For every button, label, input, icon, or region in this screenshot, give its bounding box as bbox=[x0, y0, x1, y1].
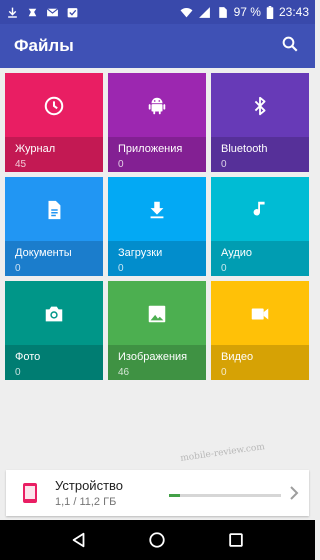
tile-count: 0 bbox=[15, 263, 21, 274]
document-icon bbox=[5, 199, 103, 221]
videocam-icon bbox=[211, 303, 309, 325]
device-title: Устройство bbox=[55, 478, 124, 493]
clock-icon bbox=[5, 95, 103, 117]
recents-button[interactable] bbox=[226, 530, 246, 550]
category-grid: Журнал 45 Приложения 0 Bluetooth 0 Докум… bbox=[5, 73, 309, 380]
tile-label: Документы bbox=[15, 247, 72, 259]
device-info: Устройство 1,1 / 11,2 ГБ bbox=[55, 478, 123, 508]
category-tile-audio[interactable]: Аудио 0 bbox=[211, 177, 309, 276]
tile-label: Журнал bbox=[15, 143, 56, 155]
tile-footer: Журнал 45 bbox=[5, 137, 103, 172]
page-title: Файлы bbox=[14, 36, 74, 55]
bluetooth-icon bbox=[211, 95, 309, 117]
navigation-bar bbox=[0, 520, 315, 560]
home-button[interactable] bbox=[147, 530, 167, 550]
storage-progress-bar bbox=[169, 493, 281, 497]
tile-count: 0 bbox=[118, 159, 124, 170]
tile-count: 0 bbox=[118, 263, 124, 274]
category-tile-journal[interactable]: Журнал 45 bbox=[5, 73, 103, 172]
gmail-icon bbox=[46, 6, 59, 19]
category-tile-images[interactable]: Изображения 46 bbox=[108, 281, 206, 380]
device-storage-card[interactable]: Устройство 1,1 / 11,2 ГБ bbox=[6, 470, 309, 516]
tile-footer: Загрузки 0 bbox=[108, 241, 206, 276]
category-tile-bluetooth[interactable]: Bluetooth 0 bbox=[211, 73, 309, 172]
search-icon bbox=[281, 35, 299, 58]
tile-footer: Документы 0 bbox=[5, 241, 103, 276]
tile-count: 45 bbox=[15, 159, 27, 170]
category-tile-documents[interactable]: Документы 0 bbox=[5, 177, 103, 276]
back-icon bbox=[70, 531, 88, 549]
category-tile-apps[interactable]: Приложения 0 bbox=[108, 73, 206, 172]
tile-footer: Видео 0 bbox=[211, 345, 309, 380]
camera-icon bbox=[5, 303, 103, 325]
storage-progress-fill bbox=[169, 493, 180, 497]
tile-count: 0 bbox=[221, 367, 227, 378]
phone-icon bbox=[21, 482, 39, 504]
category-tile-downloads[interactable]: Загрузки 0 bbox=[108, 177, 206, 276]
tile-footer: Аудио 0 bbox=[211, 241, 309, 276]
tile-label: Фото bbox=[15, 351, 41, 363]
tile-label: Видео bbox=[221, 351, 254, 363]
tile-count: 0 bbox=[221, 159, 227, 170]
tile-label: Аудио bbox=[221, 247, 253, 259]
tile-footer: Изображения 46 bbox=[108, 345, 206, 380]
tile-count: 46 bbox=[118, 367, 130, 378]
watermark: mobile-review.com bbox=[179, 442, 266, 464]
recents-icon bbox=[227, 531, 245, 549]
tile-footer: Фото 0 bbox=[5, 345, 103, 380]
swiftkey-icon bbox=[26, 6, 39, 19]
tile-count: 0 bbox=[15, 367, 21, 378]
back-button[interactable] bbox=[69, 530, 89, 550]
app-bar: Файлы bbox=[0, 24, 315, 68]
tasks-check-icon bbox=[66, 6, 79, 19]
category-tile-photo[interactable]: Фото 0 bbox=[5, 281, 103, 380]
tile-footer: Bluetooth 0 bbox=[211, 137, 309, 172]
device-usage: 1,1 / 11,2 ГБ bbox=[55, 496, 117, 508]
battery-percent: 97 % bbox=[233, 5, 261, 19]
music-note-icon bbox=[211, 199, 309, 221]
tile-label: Приложения bbox=[118, 143, 183, 155]
tile-label: Загрузки bbox=[118, 247, 163, 259]
download-icon bbox=[6, 6, 19, 19]
notification-icons bbox=[6, 6, 79, 19]
download-icon bbox=[108, 199, 206, 221]
tile-count: 0 bbox=[221, 263, 227, 274]
search-button[interactable] bbox=[279, 35, 301, 57]
android-icon bbox=[108, 95, 206, 117]
battery-icon bbox=[266, 5, 274, 19]
tile-label: Bluetooth bbox=[221, 143, 268, 155]
category-tile-video[interactable]: Видео 0 bbox=[211, 281, 309, 380]
status-bar: 97 % 23:43 bbox=[0, 0, 315, 24]
chevron-right-icon bbox=[289, 486, 299, 500]
home-icon bbox=[148, 531, 166, 549]
sim-icon bbox=[216, 6, 229, 19]
system-status: 97 % 23:43 bbox=[180, 5, 309, 19]
signal-icon bbox=[198, 6, 211, 19]
wifi-icon bbox=[180, 6, 193, 19]
image-icon bbox=[108, 303, 206, 325]
tile-footer: Приложения 0 bbox=[108, 137, 206, 172]
tile-label: Изображения bbox=[118, 351, 188, 363]
clock-time: 23:43 bbox=[278, 5, 309, 19]
